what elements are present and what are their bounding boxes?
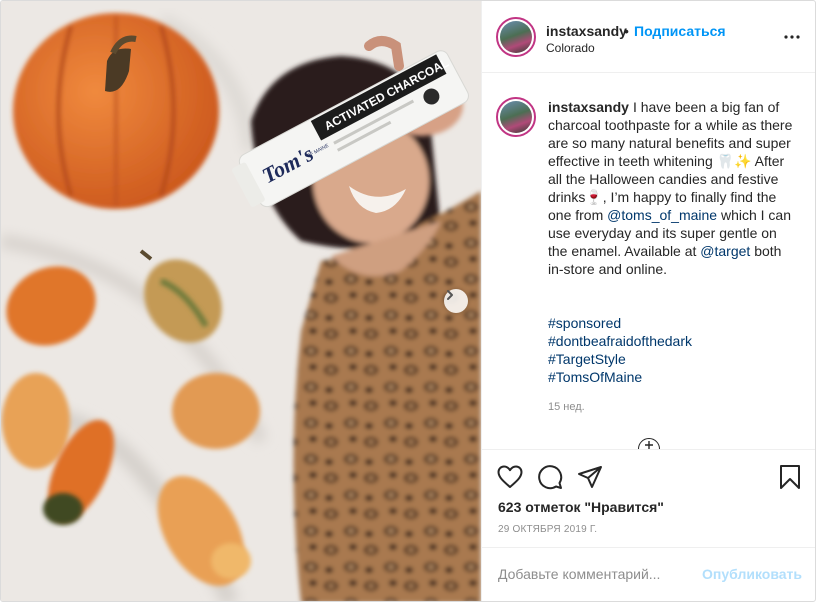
- hashtag[interactable]: #dontbeafraidofthedark: [548, 332, 692, 350]
- add-comment-bar: Опубликовать: [482, 547, 815, 601]
- heart-icon: [497, 465, 523, 488]
- bookmark-icon: [780, 465, 800, 489]
- post-actions: 623 отметок "Нравится" 29 ОКТЯБРЯ 2019 Г…: [482, 449, 815, 547]
- share-button[interactable]: [576, 463, 604, 491]
- author-username[interactable]: instaxsandy: [546, 23, 627, 39]
- more-options-button[interactable]: [782, 27, 802, 47]
- next-image-button[interactable]: [444, 289, 468, 313]
- caption-text-1: I have been a big fan of charcoal toothp…: [548, 99, 793, 223]
- instagram-post: ACTIVATED CHARCOAL Tom's OF MAINE instax…: [0, 0, 816, 602]
- caption-avatar[interactable]: [496, 97, 536, 137]
- separator-dot: •: [624, 23, 629, 39]
- post-caption: instaxsandy I have been a big fan of char…: [548, 98, 798, 278]
- publish-button[interactable]: Опубликовать: [702, 566, 802, 582]
- comments-area: instaxsandy I have been a big fan of char…: [482, 73, 815, 449]
- load-more-comments-button[interactable]: [638, 438, 660, 449]
- mention-toms[interactable]: @toms_of_maine: [607, 207, 717, 223]
- post-header: instaxsandy • Подписаться Colorado: [482, 1, 815, 73]
- pumpkin: [13, 13, 219, 209]
- comment-button[interactable]: [536, 463, 564, 491]
- more-options-icon: [784, 35, 800, 39]
- plus-circle-icon: [645, 441, 653, 449]
- caption-time[interactable]: 15 нед.: [548, 401, 585, 413]
- hashtag[interactable]: #TargetStyle: [548, 350, 692, 368]
- save-button[interactable]: [776, 463, 804, 491]
- chevron-right-icon: [447, 290, 453, 300]
- post-sidebar: instaxsandy • Подписаться Colorado insta…: [481, 1, 815, 601]
- post-date[interactable]: 29 ОКТЯБРЯ 2019 Г.: [498, 524, 597, 535]
- hashtag[interactable]: #sponsored: [548, 314, 692, 332]
- author-avatar[interactable]: [496, 17, 536, 57]
- follow-button[interactable]: Подписаться: [634, 23, 726, 39]
- comment-input[interactable]: [498, 566, 698, 582]
- post-photo[interactable]: ACTIVATED CHARCOAL Tom's OF MAINE: [1, 1, 481, 601]
- hashtag[interactable]: #TomsOfMaine: [548, 368, 692, 386]
- mention-target[interactable]: @target: [700, 243, 750, 259]
- photo-illustration: ACTIVATED CHARCOAL Tom's OF MAINE: [1, 1, 481, 601]
- hashtag-list: #sponsored #dontbeafraidofthedark #Targe…: [548, 314, 692, 386]
- comment-icon: [538, 465, 563, 490]
- like-count[interactable]: 623 отметок "Нравится": [498, 499, 664, 515]
- paper-plane-icon: [578, 466, 602, 488]
- like-button[interactable]: [496, 463, 524, 491]
- post-location[interactable]: Colorado: [546, 41, 595, 55]
- caption-username[interactable]: instaxsandy: [548, 99, 629, 115]
